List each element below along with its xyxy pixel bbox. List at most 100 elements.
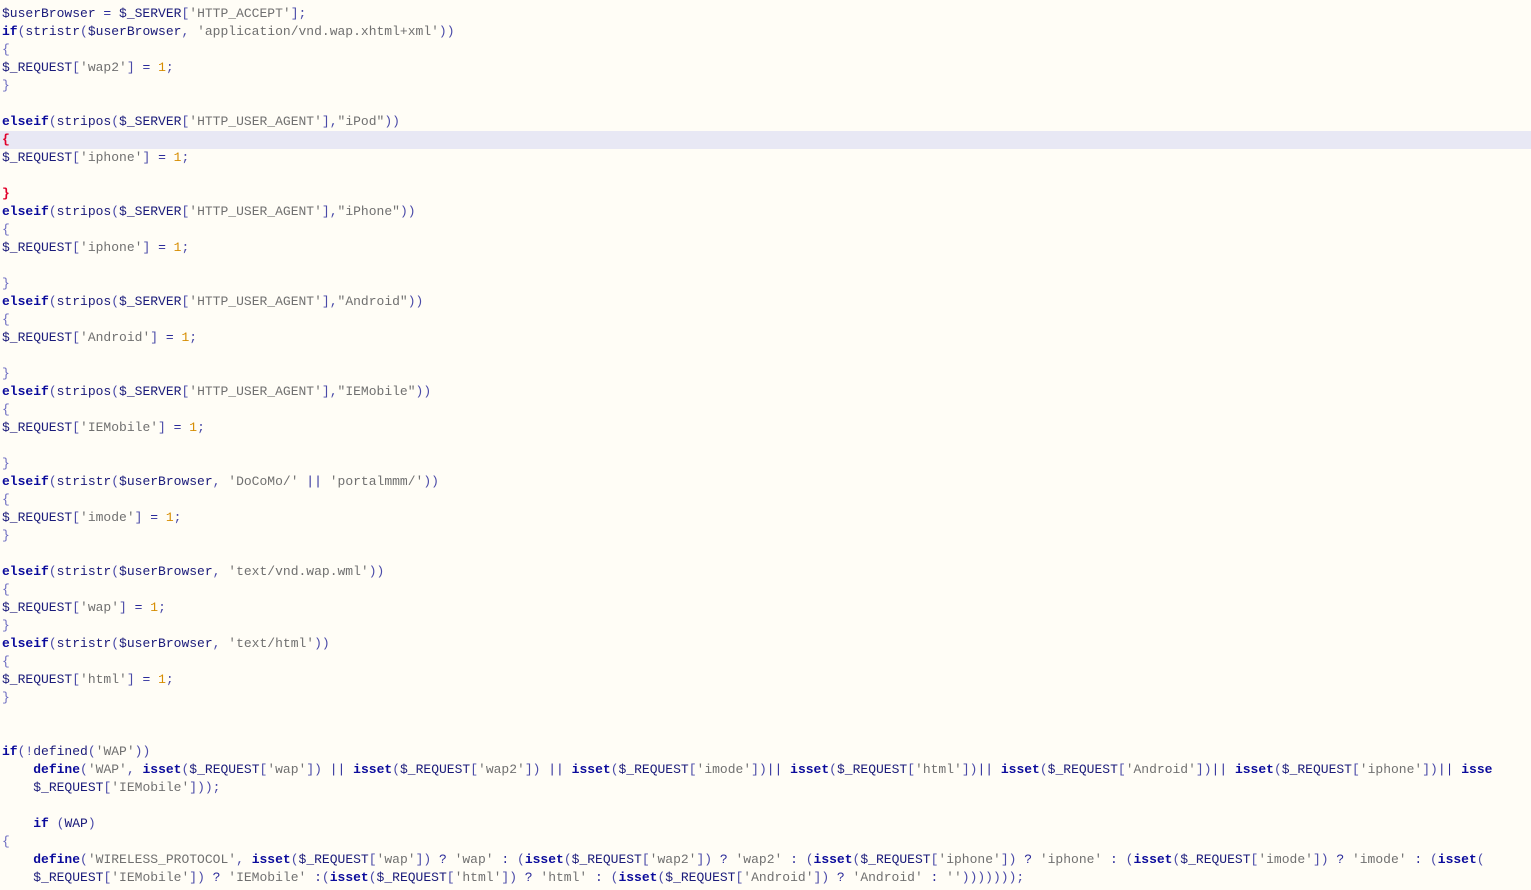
code-line[interactable]: } xyxy=(0,77,1531,95)
code-line[interactable]: { xyxy=(0,401,1531,419)
code-line[interactable] xyxy=(0,797,1531,815)
code-line[interactable]: $_REQUEST['html'] = 1; xyxy=(0,671,1531,689)
code-line[interactable]: $_REQUEST['iphone'] = 1; xyxy=(0,149,1531,167)
code-line[interactable]: } xyxy=(0,527,1531,545)
code-token: ] xyxy=(126,672,135,687)
code-token: ], xyxy=(321,294,338,309)
code-line[interactable]: { xyxy=(0,833,1531,851)
code-line[interactable]: } xyxy=(0,365,1531,383)
code-line[interactable]: { xyxy=(0,581,1531,599)
code-token: ]) xyxy=(1195,762,1212,777)
code-line[interactable] xyxy=(0,437,1531,455)
code-token: ? xyxy=(204,870,229,885)
code-token: 'IEMobile' xyxy=(111,870,190,885)
code-token: $_REQUEST xyxy=(2,420,73,435)
code-line[interactable]: } xyxy=(0,617,1531,635)
code-line[interactable]: } xyxy=(0,689,1531,707)
code-token: stristr xyxy=(56,636,112,651)
code-line[interactable]: { xyxy=(0,311,1531,329)
code-editor[interactable]: $userBrowser = $_SERVER['HTTP_ACCEPT']; i… xyxy=(0,0,1531,890)
code-line[interactable]: } xyxy=(0,455,1531,473)
code-token: [ xyxy=(641,852,650,867)
code-token: , xyxy=(126,762,143,777)
code-line[interactable]: elseif(stristr($userBrowser, 'text/html'… xyxy=(0,635,1531,653)
code-token: ; xyxy=(158,600,166,615)
code-token: ( xyxy=(805,852,814,867)
code-line[interactable]: } xyxy=(0,275,1531,293)
code-line[interactable] xyxy=(0,725,1531,743)
code-line[interactable]: if(!defined('WAP')) xyxy=(0,743,1531,761)
code-token: $_REQUEST xyxy=(1047,762,1118,777)
code-token: 'text/vnd.wap.wml' xyxy=(228,564,369,579)
code-token: $_REQUEST xyxy=(376,870,447,885)
code-line[interactable]: elseif(stripos($_SERVER['HTTP_USER_AGENT… xyxy=(0,383,1531,401)
code-token: { xyxy=(2,402,10,417)
code-token: ( xyxy=(111,204,120,219)
code-token: [ xyxy=(72,60,81,75)
code-line[interactable]: $userBrowser = $_SERVER['HTTP_ACCEPT']; xyxy=(0,5,1531,23)
code-line[interactable]: { xyxy=(0,491,1531,509)
code-token: ; xyxy=(197,420,205,435)
code-line[interactable]: elseif(stripos($_SERVER['HTTP_USER_AGENT… xyxy=(0,203,1531,221)
code-line[interactable]: { xyxy=(0,41,1531,59)
code-token: } xyxy=(2,366,10,381)
code-line[interactable]: $_REQUEST['wap2'] = 1; xyxy=(0,59,1531,77)
code-line[interactable] xyxy=(0,347,1531,365)
code-token: isset xyxy=(353,762,393,777)
code-token: 'WAP' xyxy=(95,744,135,759)
code-token: ], xyxy=(321,384,338,399)
code-line[interactable]: if(stristr($userBrowser, 'application/vn… xyxy=(0,23,1531,41)
code-line[interactable] xyxy=(0,257,1531,275)
code-line[interactable] xyxy=(0,167,1531,185)
code-line[interactable]: } xyxy=(0,185,1531,203)
code-token: (! xyxy=(17,744,34,759)
code-token: 1 xyxy=(158,60,166,75)
code-token: , xyxy=(212,564,229,579)
code-line[interactable]: if (WAP) xyxy=(0,815,1531,833)
code-line[interactable]: { xyxy=(0,131,1531,149)
code-token: ( xyxy=(80,852,88,867)
code-token: = xyxy=(134,60,159,75)
code-token: ] xyxy=(158,420,166,435)
code-line[interactable] xyxy=(0,545,1531,563)
code-token: 'iphone' xyxy=(1039,852,1103,867)
code-token: 'HTTP_USER_AGENT' xyxy=(189,294,322,309)
code-line[interactable]: $_REQUEST['IEMobile']) ? 'IEMobile' :(is… xyxy=(0,869,1531,887)
code-token: ? xyxy=(712,852,736,867)
code-token: 'imode' xyxy=(80,510,135,525)
code-line[interactable] xyxy=(0,95,1531,113)
code-line[interactable]: elseif(stripos($_SERVER['HTTP_USER_AGENT… xyxy=(0,293,1531,311)
code-line[interactable]: elseif(stristr($userBrowser, 'text/vnd.w… xyxy=(0,563,1531,581)
code-line[interactable]: { xyxy=(0,653,1531,671)
code-line[interactable]: $_REQUEST['IEMobile'] = 1; xyxy=(0,419,1531,437)
code-token: = xyxy=(165,420,190,435)
code-token: || xyxy=(540,762,572,777)
code-line[interactable]: $_REQUEST['IEMobile'])); xyxy=(0,779,1531,797)
code-token: ; xyxy=(173,510,182,525)
code-line[interactable]: define('WIRELESS_PROTOCOL', isset($_REQU… xyxy=(0,851,1531,869)
code-token: } xyxy=(2,78,10,93)
code-token: ( xyxy=(321,870,330,885)
code-token: isset xyxy=(813,852,853,867)
code-token: isset xyxy=(251,852,291,867)
code-token: 'imode' xyxy=(1351,852,1407,867)
code-token: ]) xyxy=(1422,762,1438,777)
code-line[interactable] xyxy=(0,707,1531,725)
code-token: [ xyxy=(72,150,81,165)
code-line[interactable]: $_REQUEST['imode'] = 1; xyxy=(0,509,1531,527)
code-token: } xyxy=(2,456,10,471)
code-token: 'Android' xyxy=(743,870,814,885)
code-line[interactable]: $_REQUEST['iphone'] = 1; xyxy=(0,239,1531,257)
code-line[interactable]: { xyxy=(0,221,1531,239)
code-token: : xyxy=(1406,852,1430,867)
code-token: 'wap2' xyxy=(478,762,525,777)
code-line[interactable]: elseif(stristr($userBrowser, 'DoCoMo/' |… xyxy=(0,473,1531,491)
code-token: isset xyxy=(571,762,611,777)
code-line[interactable]: define('WAP', isset($_REQUEST['wap']) ||… xyxy=(0,761,1531,779)
code-token: ( xyxy=(610,762,619,777)
code-line[interactable]: elseif(stripos($_SERVER['HTTP_USER_AGENT… xyxy=(0,113,1531,131)
code-line[interactable]: $_REQUEST['Android'] = 1; xyxy=(0,329,1531,347)
code-token: = xyxy=(150,150,174,165)
code-line[interactable]: $_REQUEST['wap'] = 1; xyxy=(0,599,1531,617)
code-token: = xyxy=(126,600,151,615)
